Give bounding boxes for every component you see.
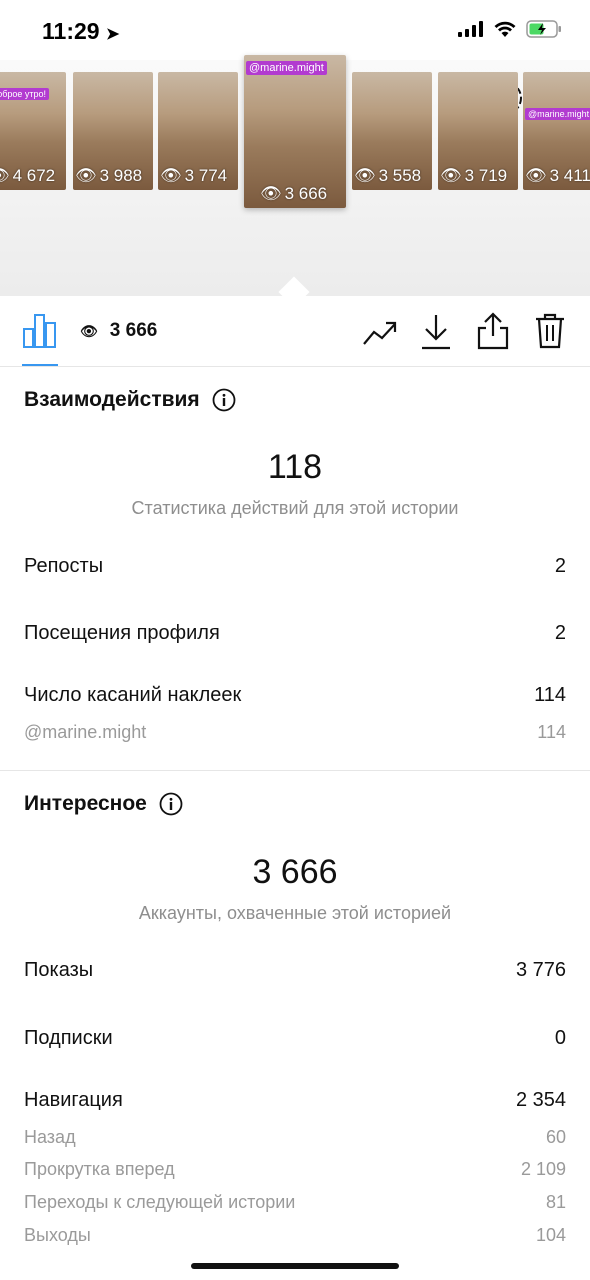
toolbar-views: 👁 3 666 xyxy=(80,320,157,342)
story-thumbnail[interactable]: @marine.might 👁 3 411 xyxy=(523,72,590,190)
discovery-section-title: Интересное xyxy=(24,792,183,816)
bar-chart-icon[interactable] xyxy=(23,313,57,349)
eye-icon: 👁 xyxy=(525,166,547,185)
interactions-section-title: Взаимодействия xyxy=(24,388,236,412)
location-arrow-icon: ➤ xyxy=(105,26,120,43)
stat-label: Выходы xyxy=(24,1225,91,1245)
download-icon[interactable] xyxy=(420,313,452,351)
eye-icon: 👁 xyxy=(0,166,10,186)
stat-row: Репосты 2 xyxy=(24,555,566,578)
stat-label: Подписки xyxy=(24,1027,113,1049)
stat-value: 0 xyxy=(554,1027,566,1049)
toolbar-views-count: 3 666 xyxy=(109,320,158,341)
tab-indicator xyxy=(22,364,58,366)
story-thumbnail-selected[interactable]: @marine.might 👁 3 666 xyxy=(244,55,346,208)
stat-subrow: Назад 60 xyxy=(24,1127,566,1148)
stat-label: Число касаний наклеек xyxy=(24,684,242,706)
eye-icon: 👁 xyxy=(75,166,97,185)
stat-value: 81 xyxy=(545,1192,566,1212)
stat-subrow: @marine.might 114 xyxy=(24,722,566,743)
stat-value: 2 109 xyxy=(520,1159,566,1179)
trash-icon[interactable] xyxy=(534,312,566,350)
stat-value: 3 776 xyxy=(515,959,566,981)
eye-icon: 👁 xyxy=(440,166,462,185)
stat-value: 60 xyxy=(545,1127,566,1147)
home-indicator[interactable] xyxy=(191,1263,399,1269)
battery-charging-icon xyxy=(526,20,561,38)
story-thumbnail-views: 👁4 672 xyxy=(0,166,55,186)
wifi-icon xyxy=(494,21,516,37)
cellular-signal-icon xyxy=(458,21,483,37)
stat-row: Подписки 0 xyxy=(24,1027,566,1050)
stat-row: Посещения профиля 2 xyxy=(24,622,566,645)
story-thumbnail[interactable]: Доброе утро! 👁4 672 xyxy=(0,72,66,190)
trending-icon[interactable] xyxy=(362,318,398,348)
stat-subrow: Переходы к следующей истории 81 xyxy=(24,1192,566,1213)
story-thumbnail-views: 👁 3 558 xyxy=(354,166,422,185)
section-divider xyxy=(0,770,590,771)
stat-value: 2 xyxy=(554,555,566,577)
stat-label: Навигация xyxy=(24,1089,123,1111)
info-icon[interactable] xyxy=(159,792,183,816)
status-time: 11:29 ➤ xyxy=(42,18,119,45)
story-thumbnail-tag: @marine.might xyxy=(246,61,327,75)
status-icons xyxy=(458,20,562,38)
stat-value: 2 354 xyxy=(515,1089,566,1111)
story-thumbnail-views: 👁 3 411 xyxy=(525,166,590,185)
story-thumbnail[interactable]: 👁 3 719 xyxy=(438,72,518,190)
discovery-caption: Аккаунты, охваченные этой историей xyxy=(138,903,452,923)
eye-icon: 👁 xyxy=(260,184,282,203)
eye-icon: 👁 xyxy=(80,322,98,339)
stat-value: 114 xyxy=(534,684,566,706)
stat-row: Показы 3 776 xyxy=(24,959,566,982)
eye-icon: 👁 xyxy=(354,166,376,185)
stat-value: 2 xyxy=(554,622,566,644)
stat-label: Прокрутка вперед xyxy=(24,1159,175,1179)
share-icon[interactable] xyxy=(476,311,510,351)
stat-subrow: Прокрутка вперед 2 109 xyxy=(24,1159,566,1180)
stat-value: 114 xyxy=(537,722,566,742)
story-thumbnail[interactable]: 👁 3 988 xyxy=(73,72,153,190)
stat-label: Посещения профиля xyxy=(24,622,220,644)
eye-icon: 👁 xyxy=(160,166,182,185)
story-thumbnail-tag: @marine.might xyxy=(525,108,590,120)
stat-row: Число касаний наклеек 114 xyxy=(24,684,566,707)
stat-subrow: Выходы 104 xyxy=(24,1225,566,1246)
stat-label: Репосты xyxy=(24,555,104,577)
stat-row: Навигация 2 354 xyxy=(24,1089,566,1112)
stat-label: Переходы к следующей истории xyxy=(24,1192,296,1212)
discovery-title-text: Интересное xyxy=(24,792,147,815)
story-thumbnail-views: 👁 3 988 xyxy=(75,166,143,185)
stat-value: 104 xyxy=(535,1225,566,1245)
stat-label: Назад xyxy=(24,1127,76,1147)
interactions-title-text: Взаимодействия xyxy=(24,388,200,411)
interactions-total: 118 xyxy=(267,448,323,486)
stat-label: @marine.might xyxy=(24,722,147,742)
story-thumbnail[interactable]: 👁 3 558 xyxy=(352,72,432,190)
interactions-caption: Статистика действий для этой истории xyxy=(131,498,459,518)
story-thumbnail-views: 👁 3 666 xyxy=(260,184,328,203)
stat-label: Показы xyxy=(24,959,94,981)
story-thumbnail-views: 👁 3 774 xyxy=(160,166,228,185)
story-thumbnail-tag: Доброе утро! xyxy=(0,88,50,100)
status-time-text: 11:29 xyxy=(42,18,100,44)
discovery-total: 3 666 xyxy=(252,853,338,891)
story-thumbnail[interactable]: 👁 3 774 xyxy=(158,72,238,190)
info-icon[interactable] xyxy=(212,388,236,412)
story-thumbnail-views: 👁 3 719 xyxy=(440,166,508,185)
